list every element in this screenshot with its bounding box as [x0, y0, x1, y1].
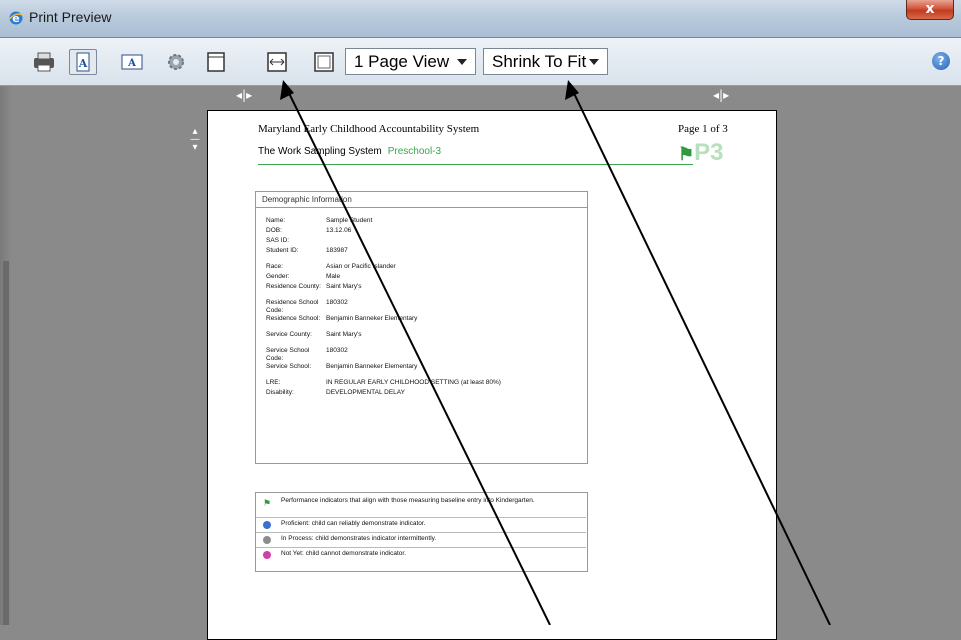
- arrow-to-shrink-to-fit: [565, 80, 831, 625]
- annotation-arrows: [280, 80, 831, 625]
- arrow-to-full-width: [280, 80, 551, 625]
